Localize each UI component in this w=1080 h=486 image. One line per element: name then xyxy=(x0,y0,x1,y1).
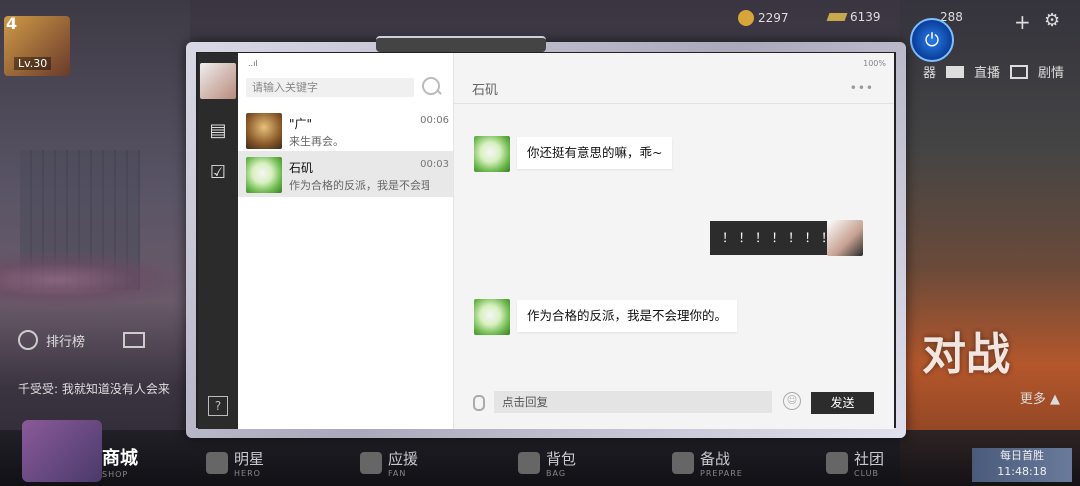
chat-icon[interactable]: ▤ xyxy=(208,121,228,141)
contact-name: "广" xyxy=(289,117,313,131)
nav-hero[interactable]: 明星 HERO xyxy=(206,448,264,478)
shop-box-icon[interactable] xyxy=(22,420,102,482)
nav-shop[interactable]: 商城 SHOP xyxy=(102,444,138,479)
mail-icon[interactable] xyxy=(123,332,146,348)
leaderboard-label: 排行榜 xyxy=(46,334,86,350)
message-composer: 点击回复 ☺ 发送 xyxy=(454,387,894,429)
right-menu-item-live[interactable]: 直播 xyxy=(974,62,1000,81)
crystal-counter[interactable]: 6139 xyxy=(826,10,881,24)
conversation-item[interactable]: "广" 00:06 来生再会。 xyxy=(238,107,453,153)
contact-avatar xyxy=(246,157,282,193)
message-bubble-incoming: 你还挺有意思的嘛，乖~ xyxy=(517,137,673,169)
add-currency-button[interactable]: + xyxy=(1014,10,1031,34)
club-icon xyxy=(826,452,848,474)
search-icon[interactable] xyxy=(422,77,440,95)
level-num: 4 xyxy=(6,14,18,33)
send-button[interactable]: 发送 xyxy=(811,392,874,414)
nav-club-en: CLUB xyxy=(854,469,879,478)
nav-hero-en: HERO xyxy=(234,469,261,478)
messenger-sidebar: ▤ ☑ ? xyxy=(198,53,238,429)
right-menu-item-1[interactable]: 器 xyxy=(923,62,936,81)
nav-bag-en: BAG xyxy=(546,469,567,478)
power-icon[interactable]: ⏻ xyxy=(910,18,954,62)
my-message-avatar[interactable] xyxy=(827,220,863,256)
star-icon xyxy=(206,452,228,474)
crystal-value: 6139 xyxy=(850,10,881,24)
nav-shop-label: 商城 xyxy=(102,448,138,469)
daily-first-win[interactable]: 每日首胜 11:48:18 xyxy=(972,448,1072,482)
chat-notice[interactable]: 千受受: 我就知道没有人会来 xyxy=(18,380,188,397)
cherry-tree xyxy=(0,250,190,310)
nav-fan[interactable]: 应援 FAN xyxy=(360,448,418,478)
conversation-item-active[interactable]: 石矶 00:03 作为合格的反派，我是不会理 xyxy=(238,151,453,197)
daily-time: 11:48:18 xyxy=(997,465,1047,478)
contact-avatar xyxy=(246,113,282,149)
nav-prepare[interactable]: 备战 PREPARE xyxy=(672,448,743,478)
help-icon[interactable]: ? xyxy=(208,396,228,416)
chat-title: 石矶 xyxy=(472,83,499,98)
conversation-time: 00:03 xyxy=(420,159,449,170)
camera-icon xyxy=(945,65,964,78)
hand-icon xyxy=(360,452,382,474)
crystal-icon xyxy=(826,13,848,21)
nav-shop-en: SHOP xyxy=(102,470,129,479)
bag-icon xyxy=(518,452,540,474)
task-check-icon[interactable]: ☑ xyxy=(208,163,228,183)
sender-avatar[interactable] xyxy=(474,136,510,172)
message-bubble-incoming: 作为合格的反派，我是不会理你的。 xyxy=(517,300,738,332)
player-level: Lv.30 xyxy=(14,57,52,70)
nav-club[interactable]: 社团 CLUB xyxy=(826,448,884,478)
conversation-preview: 作为合格的反派，我是不会理 xyxy=(289,179,429,192)
nav-hero-label: 明星 xyxy=(234,450,265,468)
more-options-button[interactable]: ••• xyxy=(850,81,874,95)
right-menu-item-story[interactable]: 剧情 xyxy=(1038,62,1064,81)
more-button[interactable]: 更多 ▲ xyxy=(1020,388,1060,407)
messenger-window: ▤ ☑ ? ..ıl 请输入关键字 "广" 00:06 来生再会。 石矶 00:… xyxy=(198,53,894,429)
nav-fan-en: FAN xyxy=(388,469,407,478)
reply-input[interactable]: 点击回复 xyxy=(494,391,772,413)
emoji-icon[interactable]: ☺ xyxy=(783,392,801,410)
frame-notch xyxy=(376,36,546,52)
daily-label: 每日首胜 xyxy=(1000,449,1044,462)
nav-bag[interactable]: 背包 BAG xyxy=(518,448,576,478)
search-input[interactable]: 请输入关键字 xyxy=(246,78,414,97)
conversation-time: 00:06 xyxy=(420,115,449,126)
prepare-icon xyxy=(672,452,694,474)
right-top-menu: 器 直播 剧情 xyxy=(923,62,1064,81)
gold-counter[interactable]: 2297 xyxy=(738,10,789,26)
signal-icon: ..ıl xyxy=(248,59,258,68)
my-avatar[interactable] xyxy=(200,63,236,99)
nav-prepare-label: 备战 xyxy=(700,450,731,468)
gold-coin-icon xyxy=(738,10,754,26)
chat-header: 100% 石矶 ••• xyxy=(454,53,894,104)
gold-value: 2297 xyxy=(758,11,789,25)
conversation-list: ..ıl 请输入关键字 "广" 00:06 来生再会。 石矶 00:03 作为合… xyxy=(238,53,454,429)
settings-gear-icon[interactable]: ⚙ xyxy=(1044,10,1060,31)
leaderboard-button[interactable]: 排行榜 xyxy=(18,330,146,350)
battery-status: 100% xyxy=(863,59,886,68)
player-avatar[interactable]: 4 Lv.30 xyxy=(4,14,70,76)
play-icon xyxy=(1009,64,1028,79)
nav-club-label: 社团 xyxy=(854,450,885,468)
leaderboard-icon xyxy=(18,330,38,350)
nav-fan-label: 应援 xyxy=(388,450,419,468)
nav-bag-label: 背包 xyxy=(546,450,577,468)
chat-panel: 100% 石矶 ••• 你还挺有意思的嘛，乖~ ！！！！！！！ 作为合格的反派，… xyxy=(454,53,894,429)
sender-avatar[interactable] xyxy=(474,299,510,335)
microphone-icon[interactable] xyxy=(473,395,485,411)
battle-label[interactable]: 对战 xyxy=(922,318,1010,382)
conversation-preview: 来生再会。 xyxy=(289,135,344,148)
contact-name: 石矶 xyxy=(289,161,314,175)
nav-prepare-en: PREPARE xyxy=(700,469,743,478)
